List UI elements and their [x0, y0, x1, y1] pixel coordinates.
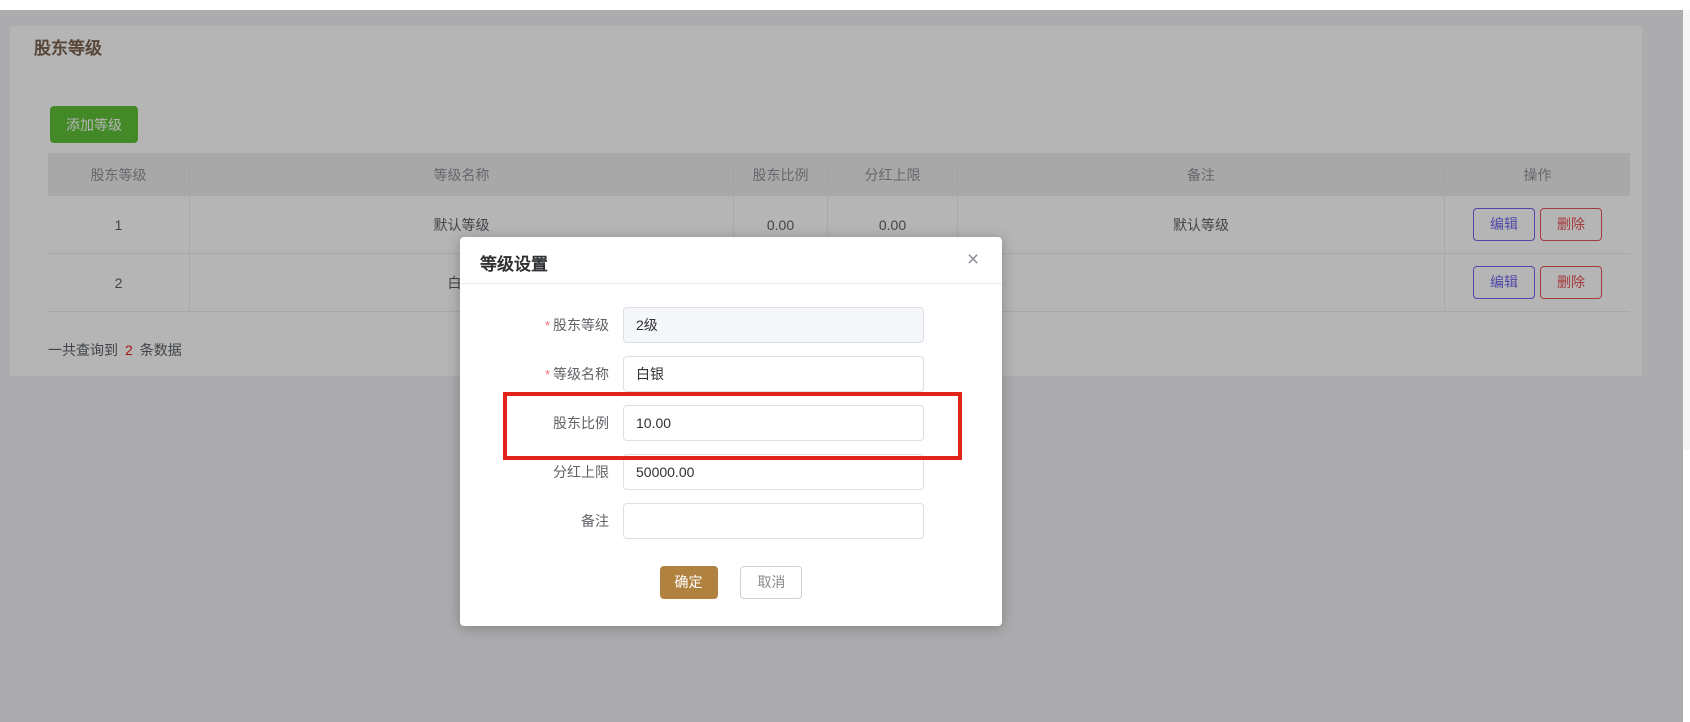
level-name-input[interactable]: [623, 356, 924, 392]
field-label: 分红上限: [553, 464, 609, 480]
field-label: * 等级名称: [544, 366, 609, 382]
field-label: * 股东等级: [544, 317, 609, 333]
field-dividend-cap: 分红上限: [460, 454, 1002, 490]
field-label: 股东比例: [553, 415, 609, 431]
cancel-button[interactable]: 取消: [740, 566, 803, 599]
dialog-header: 等级设置 ×: [460, 237, 1002, 284]
dividend-cap-input[interactable]: [623, 454, 924, 490]
field-label: 备注: [581, 513, 609, 529]
required-mark: *: [544, 367, 550, 382]
shareholder-level-input[interactable]: [623, 307, 924, 343]
close-icon[interactable]: ×: [960, 247, 986, 273]
field-shareholder-level: * 股东等级: [460, 307, 1002, 343]
field-remark: 备注: [460, 503, 1002, 539]
dialog-footer: 确定 取消: [460, 566, 1002, 599]
field-shareholder-ratio: 股东比例: [460, 405, 1002, 441]
scrollbar[interactable]: [1683, 10, 1690, 450]
field-level-name: * 等级名称: [460, 356, 1002, 392]
dialog-title: 等级设置: [480, 255, 548, 274]
required-mark: *: [544, 318, 550, 333]
level-settings-dialog: 等级设置 × *股东等级 *等级名称 股东比例 分红上限 备注 确定 取消: [460, 237, 1002, 626]
remark-input[interactable]: [623, 503, 924, 539]
confirm-button[interactable]: 确定: [659, 566, 718, 599]
dialog-body: *股东等级 *等级名称 股东比例 分红上限 备注 确定 取消: [460, 284, 1002, 599]
shareholder-ratio-input[interactable]: [623, 405, 924, 441]
